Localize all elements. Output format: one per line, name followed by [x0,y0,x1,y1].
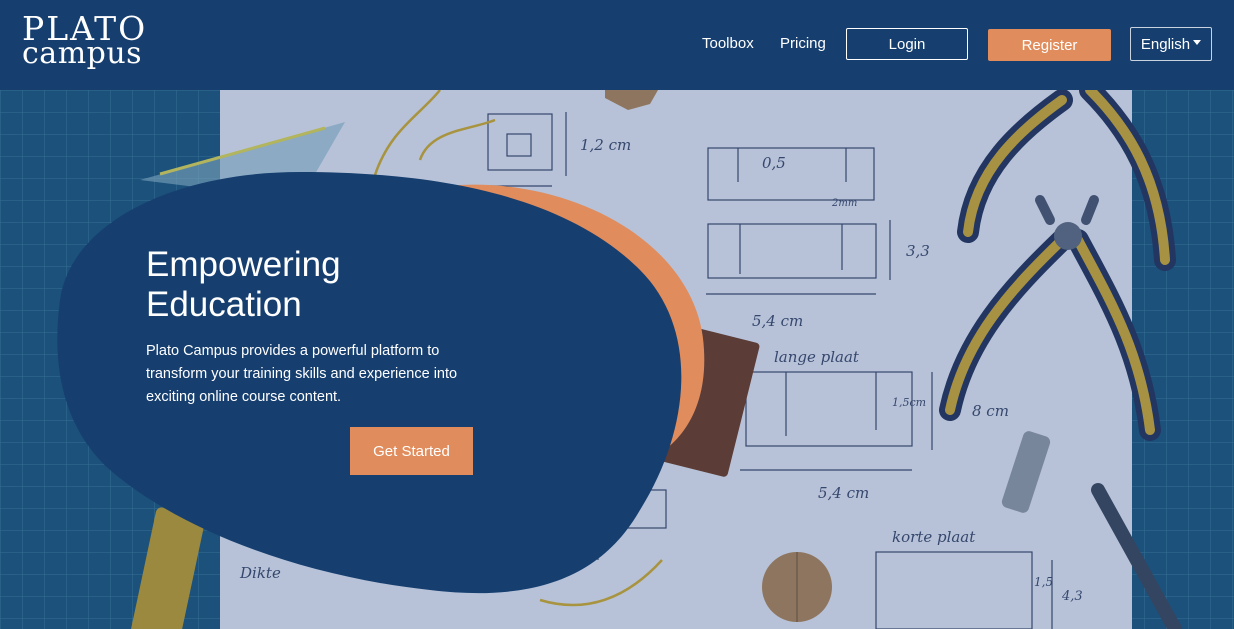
hero-title-line-2: Education [146,285,302,324]
language-selected: English [1140,35,1191,53]
hero-title-line-1: Empowering [146,245,341,284]
get-started-button[interactable]: Get Started [350,427,473,475]
hero-title: Empowering Education [146,245,406,325]
register-button[interactable]: Register [988,29,1111,61]
top-navbar: PLATO campus Toolbox Pricing Login Regis… [0,0,1234,90]
nav-link-toolbox[interactable]: Toolbox [702,35,754,52]
caret-down-icon [1193,40,1202,45]
language-dropdown[interactable]: English [1130,27,1212,61]
plato-campus-logo[interactable]: PLATO campus [22,12,147,69]
hero-description: Plato Campus provides a powerful platfor… [146,343,458,405]
login-button[interactable]: Login [846,28,968,60]
nav-link-pricing[interactable]: Pricing [780,35,826,52]
hero-section: 1,2 cm 0,5 2mm 3,3 5,4 cm lange plaat 1,… [0,90,1234,629]
logo-line-2: campus [22,36,143,71]
